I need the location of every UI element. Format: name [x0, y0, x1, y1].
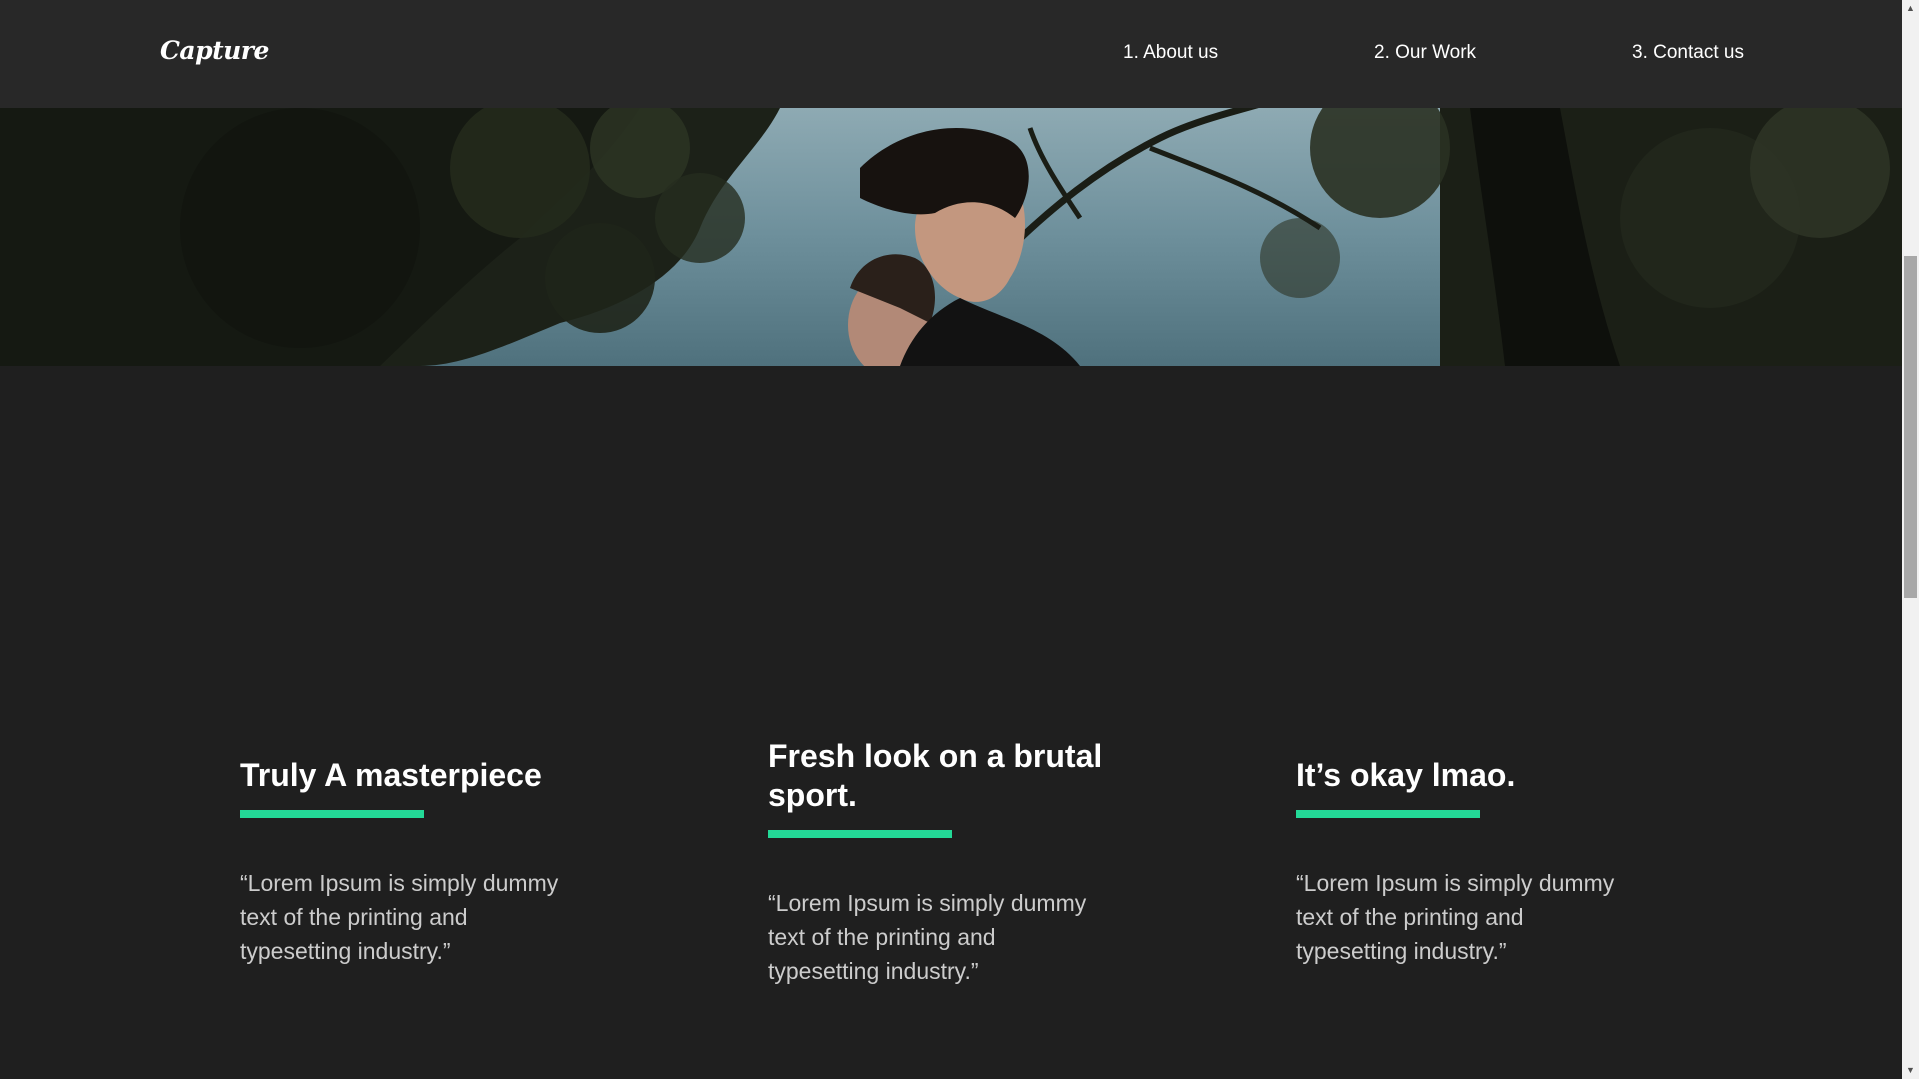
review-card: Truly A masterpiece “Lorem Ipsum is simp… — [240, 756, 640, 968]
accent-bar — [768, 830, 952, 838]
review-card: It’s okay lmao. “Lorem Ipsum is simply d… — [1296, 756, 1696, 968]
site-header: Capture 1. About us 2. Our Work 3. Conta… — [0, 0, 1902, 108]
scrollbar-thumb[interactable] — [1904, 256, 1917, 598]
accent-bar — [1296, 810, 1480, 818]
card-quote: “Lorem Ipsum is simply dummy text of the… — [1296, 870, 1615, 964]
nav-link-about-us[interactable]: 1. About us — [1123, 42, 1218, 64]
card-quote: “Lorem Ipsum is simply dummy text of the… — [240, 870, 559, 964]
hero-photo-illustration — [0, 108, 1902, 366]
review-card: Fresh look on a brutal sport. “Lorem Ips… — [768, 737, 1168, 988]
nav-link-our-work[interactable]: 2. Our Work — [1374, 42, 1476, 64]
chevron-up-icon[interactable]: ▲ — [1902, 0, 1919, 17]
card-title: Truly A masterpiece — [240, 757, 542, 793]
card-title: Fresh look on a brutal sport. — [768, 738, 1103, 813]
logo[interactable]: Capture — [160, 36, 269, 65]
vertical-scrollbar[interactable]: ▲ ▼ — [1902, 0, 1919, 1079]
chevron-down-icon[interactable]: ▼ — [1902, 1062, 1919, 1079]
hero-image — [0, 108, 1902, 366]
nav-link-contact-us[interactable]: 3. Contact us — [1632, 42, 1744, 64]
accent-bar — [240, 810, 424, 818]
card-quote: “Lorem Ipsum is simply dummy text of the… — [768, 890, 1087, 984]
card-title: It’s okay lmao. — [1296, 757, 1516, 793]
page: Capture 1. About us 2. Our Work 3. Conta… — [0, 0, 1919, 1079]
